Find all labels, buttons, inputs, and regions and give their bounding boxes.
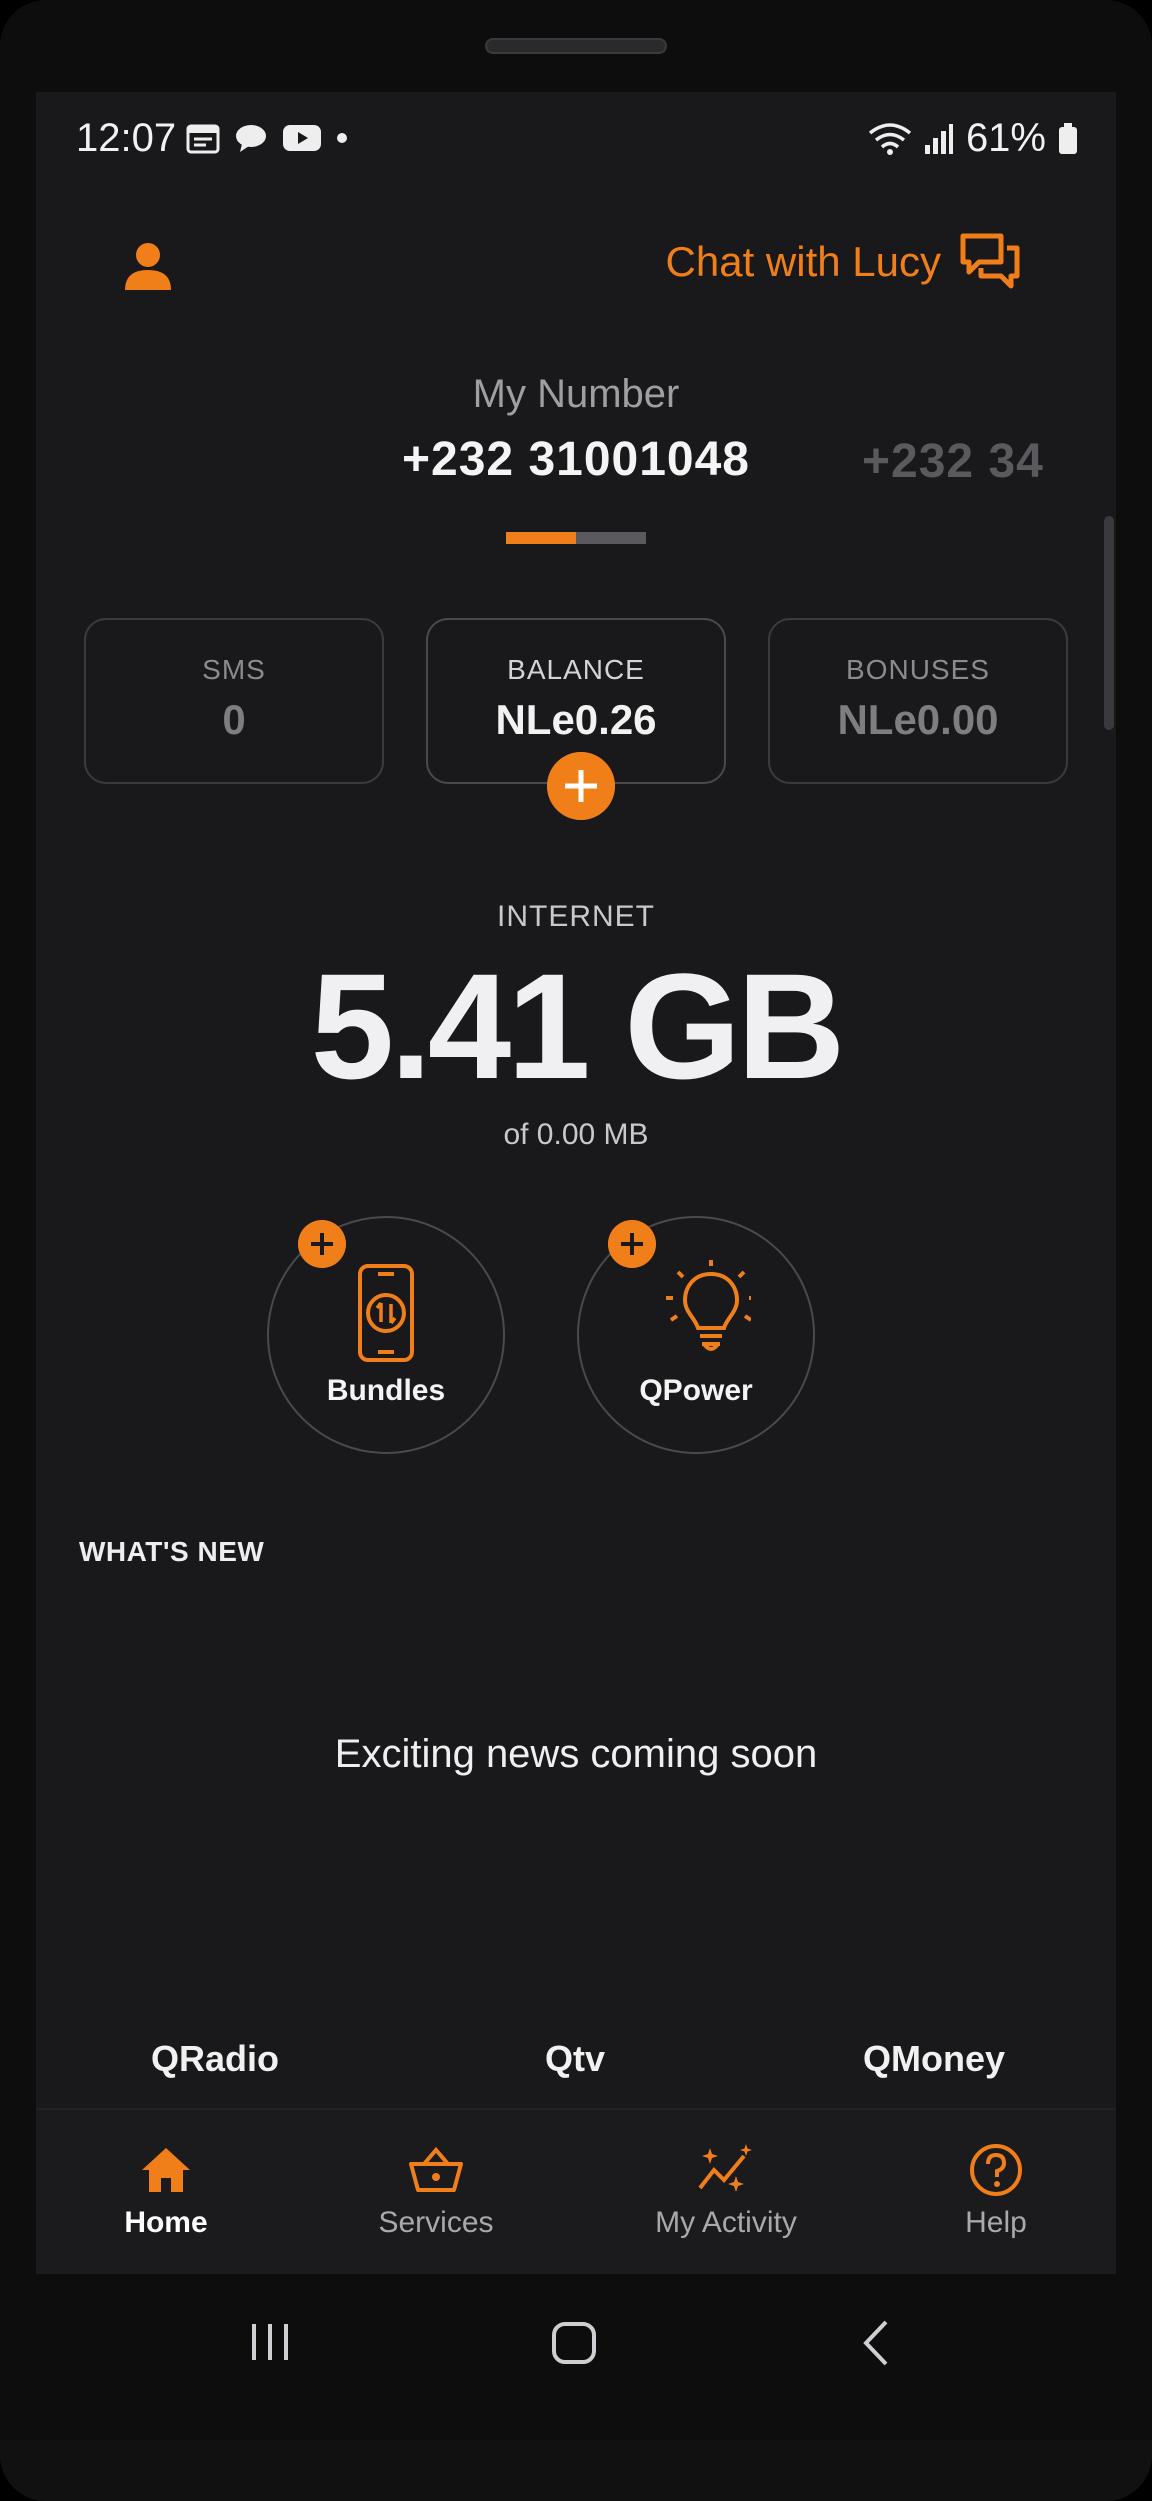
my-number-label: My Number bbox=[472, 372, 680, 416]
balance-label: BALANCE bbox=[507, 654, 645, 685]
system-nav-bar bbox=[0, 2274, 1152, 2424]
status-bar: 12:07 61% bbox=[36, 92, 1116, 192]
app-screen: 12:07 61% Chat with Lucy My Number +232 … bbox=[36, 92, 1116, 2274]
quick-link-qtv[interactable]: Qtv bbox=[545, 2038, 605, 2080]
next-number[interactable]: +232 34 bbox=[862, 434, 1044, 489]
pager-inactive-segment bbox=[576, 532, 646, 544]
calendar-icon bbox=[186, 124, 220, 154]
profile-icon[interactable] bbox=[122, 240, 174, 292]
balance-value: NLe0.26 bbox=[495, 696, 657, 743]
youtube-icon bbox=[283, 125, 321, 151]
carousel-pager bbox=[506, 532, 646, 544]
number-carousel[interactable]: My Number +232 31001048 +232 34 bbox=[36, 372, 1116, 532]
qpower-add-badge[interactable] bbox=[608, 1220, 656, 1268]
bonuses-value: NLe0.00 bbox=[837, 696, 999, 743]
bundles-label: Bundles bbox=[326, 1374, 446, 1407]
bottom-nav: Home Services My Activity Help bbox=[36, 2108, 1116, 2274]
nav-help[interactable]: Help bbox=[916, 2110, 1076, 2274]
chat-icon bbox=[960, 233, 1020, 289]
whats-new-empty-text: Exciting news coming soon bbox=[334, 1732, 818, 1776]
battery-percent: 61% bbox=[965, 116, 1046, 160]
sms-label: SMS bbox=[202, 654, 266, 685]
quick-link-qmoney[interactable]: QMoney bbox=[863, 2038, 1005, 2080]
signal-icon bbox=[924, 123, 953, 154]
earpiece-speaker bbox=[485, 38, 667, 54]
pager-active-segment bbox=[506, 532, 576, 544]
bonuses-label: BONUSES bbox=[846, 654, 990, 685]
internet-value: 5.41 GB bbox=[310, 942, 846, 1110]
bonuses-card[interactable]: BONUSES NLe0.00 bbox=[768, 618, 1068, 784]
lightbulb-icon bbox=[666, 1260, 751, 1351]
phone-data-icon bbox=[358, 1264, 414, 1362]
nav-services-label: Services bbox=[378, 2206, 494, 2239]
nav-my-activity-label: My Activity bbox=[655, 2206, 797, 2239]
chat-bubble-icon bbox=[236, 125, 266, 152]
back-icon[interactable] bbox=[858, 2318, 894, 2368]
notification-icons bbox=[186, 122, 348, 154]
phone-chin bbox=[0, 2440, 1152, 2501]
whats-new-heading: WHAT'S NEW bbox=[79, 1536, 265, 1567]
nav-my-activity[interactable]: My Activity bbox=[616, 2110, 836, 2274]
top-bar: Chat with Lucy bbox=[36, 222, 1116, 312]
chat-with-lucy-button[interactable]: Chat with Lucy bbox=[666, 232, 1021, 292]
help-icon bbox=[970, 2144, 1022, 2196]
more-dot-icon bbox=[337, 133, 347, 143]
sms-value: 0 bbox=[222, 696, 246, 743]
internet-label: INTERNET bbox=[497, 900, 655, 933]
internet-of-text: of 0.00 MB bbox=[503, 1118, 649, 1151]
sms-card[interactable]: SMS 0 bbox=[84, 618, 384, 784]
phone-frame: 12:07 61% Chat with Lucy My Number +232 … bbox=[0, 0, 1152, 2501]
home-icon bbox=[142, 2148, 190, 2192]
chat-with-lucy-label: Chat with Lucy bbox=[665, 238, 941, 285]
nav-home[interactable]: Home bbox=[66, 2110, 266, 2274]
system-status: 61% bbox=[868, 116, 1078, 161]
status-time: 12:07 bbox=[76, 116, 177, 160]
qpower-label: QPower bbox=[639, 1374, 753, 1407]
quick-link-qradio[interactable]: QRadio bbox=[151, 2038, 279, 2080]
home-system-icon[interactable] bbox=[550, 2320, 598, 2366]
basket-icon bbox=[409, 2146, 463, 2192]
top-up-plus-button[interactable] bbox=[547, 752, 615, 820]
recent-apps-icon[interactable] bbox=[248, 2320, 292, 2364]
sparkles-icon bbox=[698, 2144, 752, 2192]
bundles-add-badge[interactable] bbox=[298, 1220, 346, 1268]
nav-home-label: Home bbox=[124, 2206, 208, 2239]
nav-services[interactable]: Services bbox=[336, 2110, 536, 2274]
battery-icon bbox=[1059, 122, 1077, 154]
wifi-icon bbox=[868, 122, 912, 155]
nav-help-label: Help bbox=[965, 2206, 1027, 2239]
scrollbar[interactable] bbox=[1104, 516, 1114, 730]
